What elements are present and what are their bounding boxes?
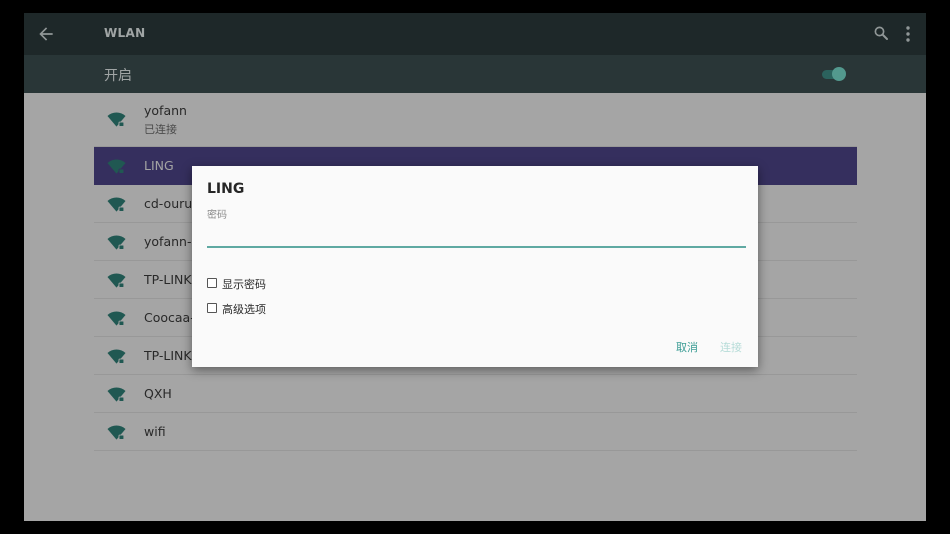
connect-button[interactable]: 连接 [720, 339, 742, 355]
cancel-button[interactable]: 取消 [676, 339, 698, 355]
show-password-checkbox[interactable] [207, 278, 217, 288]
password-label: 密码 [207, 210, 227, 221]
advanced-options-checkbox[interactable] [207, 303, 217, 313]
advanced-options-label: 高级选项 [222, 303, 266, 316]
password-input[interactable] [207, 226, 746, 248]
show-password-label: 显示密码 [222, 278, 266, 291]
dialog-title: LING [207, 181, 245, 197]
wifi-password-dialog: LING 密码 显示密码 高级选项 取消 连接 [192, 166, 758, 367]
